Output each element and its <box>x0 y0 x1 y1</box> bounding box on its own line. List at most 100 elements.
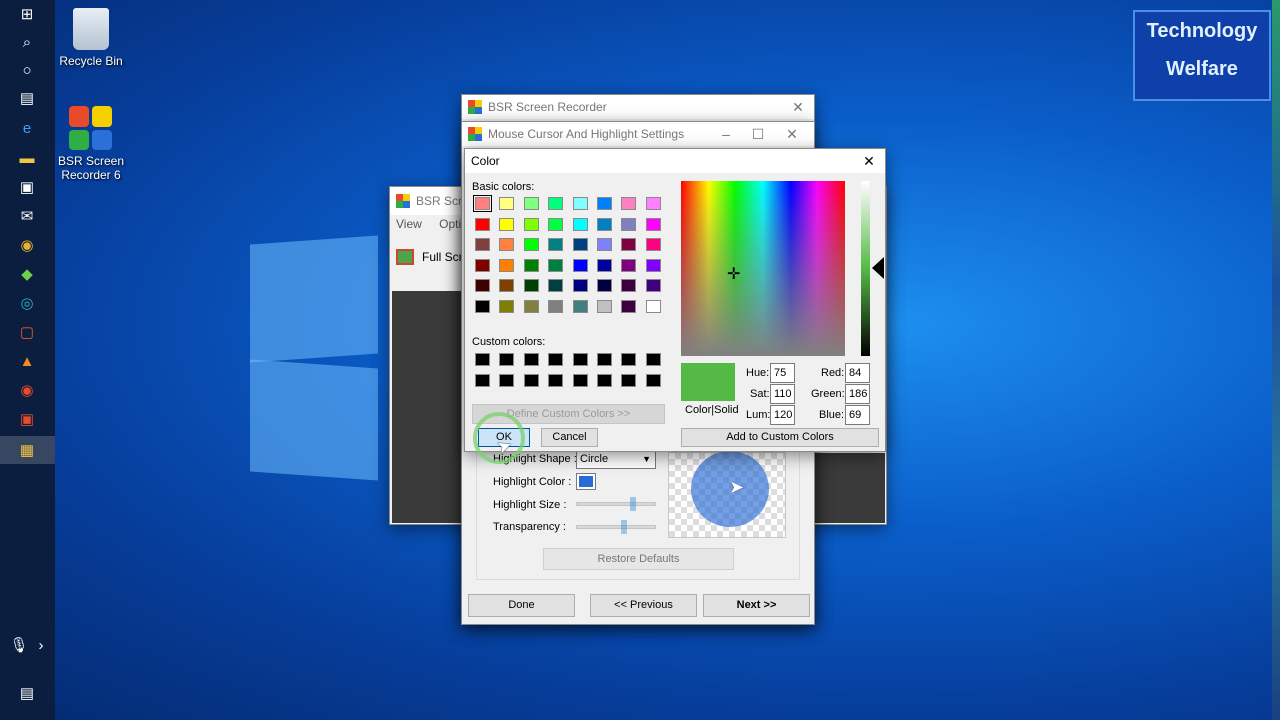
basic-color-swatch[interactable] <box>621 197 637 210</box>
basic-color-swatch[interactable] <box>523 238 539 251</box>
recycle-bin-shortcut[interactable]: Recycle Bin <box>51 8 131 68</box>
vlc-icon[interactable]: ▲ <box>14 350 40 372</box>
custom-color-swatch[interactable] <box>572 353 588 366</box>
close-icon[interactable]: ✕ <box>853 149 885 173</box>
custom-color-swatch[interactable] <box>621 353 637 366</box>
basic-color-swatch[interactable] <box>548 238 564 251</box>
custom-color-swatch[interactable] <box>621 373 637 387</box>
basic-color-swatch[interactable] <box>645 238 661 251</box>
add-to-custom-colors-button[interactable]: Add to Custom Colors <box>681 428 879 447</box>
color-spectrum[interactable]: ✛ <box>681 181 845 356</box>
basic-color-swatch[interactable] <box>548 258 564 272</box>
chrome-icon[interactable]: ◉ <box>14 234 40 256</box>
custom-color-swatch[interactable] <box>475 373 490 387</box>
custom-color-swatch[interactable] <box>548 373 564 387</box>
basic-color-swatch[interactable] <box>572 238 588 251</box>
basic-color-swatch[interactable] <box>475 258 490 272</box>
custom-color-swatch[interactable] <box>572 373 588 387</box>
highlight-shape-select[interactable]: Circle ▼ <box>576 449 656 469</box>
basic-color-swatch[interactable] <box>645 197 661 210</box>
custom-color-swatch[interactable] <box>548 353 564 366</box>
blue-input[interactable]: 69 <box>845 405 870 425</box>
basic-color-swatch[interactable] <box>523 197 539 210</box>
basic-color-swatch[interactable] <box>597 217 612 231</box>
mail-icon[interactable]: ✉ <box>14 205 40 227</box>
basic-color-swatch[interactable] <box>645 258 661 272</box>
basic-color-swatch[interactable] <box>499 217 515 231</box>
minimize-icon[interactable]: – <box>710 122 742 146</box>
custom-color-swatch[interactable] <box>645 373 661 387</box>
lum-input[interactable]: 120 <box>770 405 795 425</box>
full-screen-mode[interactable]: Full Scre <box>396 249 469 265</box>
basic-color-swatch[interactable] <box>621 299 637 313</box>
bsr-screen-recorder-shortcut[interactable]: BSR Screen Recorder 6 <box>51 106 131 182</box>
basic-color-swatch[interactable] <box>523 279 539 292</box>
highlight-color-button[interactable] <box>576 473 596 490</box>
recorder-icon[interactable]: ◉ <box>14 379 40 401</box>
next-button[interactable]: Next >> <box>703 594 810 617</box>
task-view-icon[interactable]: ▤ <box>14 87 40 109</box>
done-button[interactable]: Done <box>468 594 575 617</box>
app-icon[interactable]: ◎ <box>14 292 40 314</box>
green-input[interactable]: 186 <box>845 384 870 404</box>
basic-color-swatch[interactable] <box>597 279 612 292</box>
hue-input[interactable]: 75 <box>770 363 795 383</box>
basic-color-swatch[interactable] <box>475 238 490 251</box>
custom-color-swatch[interactable] <box>645 353 661 366</box>
notification-icon[interactable]: ▤ <box>14 682 40 704</box>
custom-color-swatch[interactable] <box>475 353 490 366</box>
basic-color-swatch[interactable] <box>597 258 612 272</box>
chevron-right-icon[interactable]: › <box>28 634 54 656</box>
basic-color-swatch[interactable] <box>523 258 539 272</box>
basic-color-swatch[interactable] <box>572 258 588 272</box>
sat-input[interactable]: 110 <box>770 384 795 404</box>
basic-color-swatch[interactable] <box>473 195 492 212</box>
red-input[interactable]: 84 <box>845 363 870 383</box>
app-icon[interactable]: ▣ <box>14 408 40 430</box>
slider-thumb[interactable] <box>630 497 636 511</box>
basic-color-swatch[interactable] <box>621 258 637 272</box>
basic-color-swatch[interactable] <box>597 299 612 313</box>
basic-color-swatch[interactable] <box>499 258 515 272</box>
search-icon[interactable]: ⌕ <box>14 31 40 53</box>
basic-color-swatch[interactable] <box>499 238 515 251</box>
basic-color-swatch[interactable] <box>523 217 539 231</box>
app-icon[interactable]: ▢ <box>14 321 40 343</box>
close-icon[interactable]: ✕ <box>776 122 808 146</box>
basic-color-swatch[interactable] <box>475 299 490 313</box>
basic-color-swatch[interactable] <box>621 238 637 251</box>
transparency-slider[interactable] <box>576 520 656 534</box>
basic-color-swatch[interactable] <box>572 299 588 313</box>
basic-color-swatch[interactable] <box>645 217 661 231</box>
custom-color-swatch[interactable] <box>499 373 515 387</box>
luminance-arrow-icon[interactable] <box>872 257 884 279</box>
basic-color-swatch[interactable] <box>597 197 612 210</box>
custom-color-swatch[interactable] <box>597 373 612 387</box>
basic-color-swatch[interactable] <box>475 217 490 231</box>
menu-view[interactable]: View <box>396 217 422 231</box>
basic-color-swatch[interactable] <box>548 299 564 313</box>
basic-color-swatch[interactable] <box>499 299 515 313</box>
custom-color-swatch[interactable] <box>523 373 539 387</box>
basic-color-swatch[interactable] <box>621 217 637 231</box>
basic-color-swatch[interactable] <box>621 279 637 292</box>
restore-defaults-button[interactable]: Restore Defaults <box>543 548 734 570</box>
close-icon[interactable]: ✕ <box>782 95 814 119</box>
basic-color-swatch[interactable] <box>572 279 588 292</box>
basic-color-swatch[interactable] <box>572 217 588 231</box>
start-icon[interactable]: ⊞ <box>14 3 40 25</box>
slider-thumb[interactable] <box>621 520 627 534</box>
store-icon[interactable]: ▣ <box>14 176 40 198</box>
basic-color-swatch[interactable] <box>645 299 661 313</box>
luminance-bar[interactable] <box>861 181 870 356</box>
basic-color-swatch[interactable] <box>548 197 564 210</box>
cancel-button[interactable]: Cancel <box>541 428 598 447</box>
basic-color-swatch[interactable] <box>523 299 539 313</box>
app-icon[interactable]: ◆ <box>14 263 40 285</box>
basic-color-swatch[interactable] <box>548 279 564 292</box>
custom-color-swatch[interactable] <box>499 353 515 366</box>
maximize-icon[interactable]: ☐ <box>742 122 774 146</box>
basic-color-swatch[interactable] <box>597 238 612 251</box>
file-explorer-icon[interactable]: ▬ <box>14 147 40 169</box>
edge-icon[interactable]: e <box>14 117 40 139</box>
